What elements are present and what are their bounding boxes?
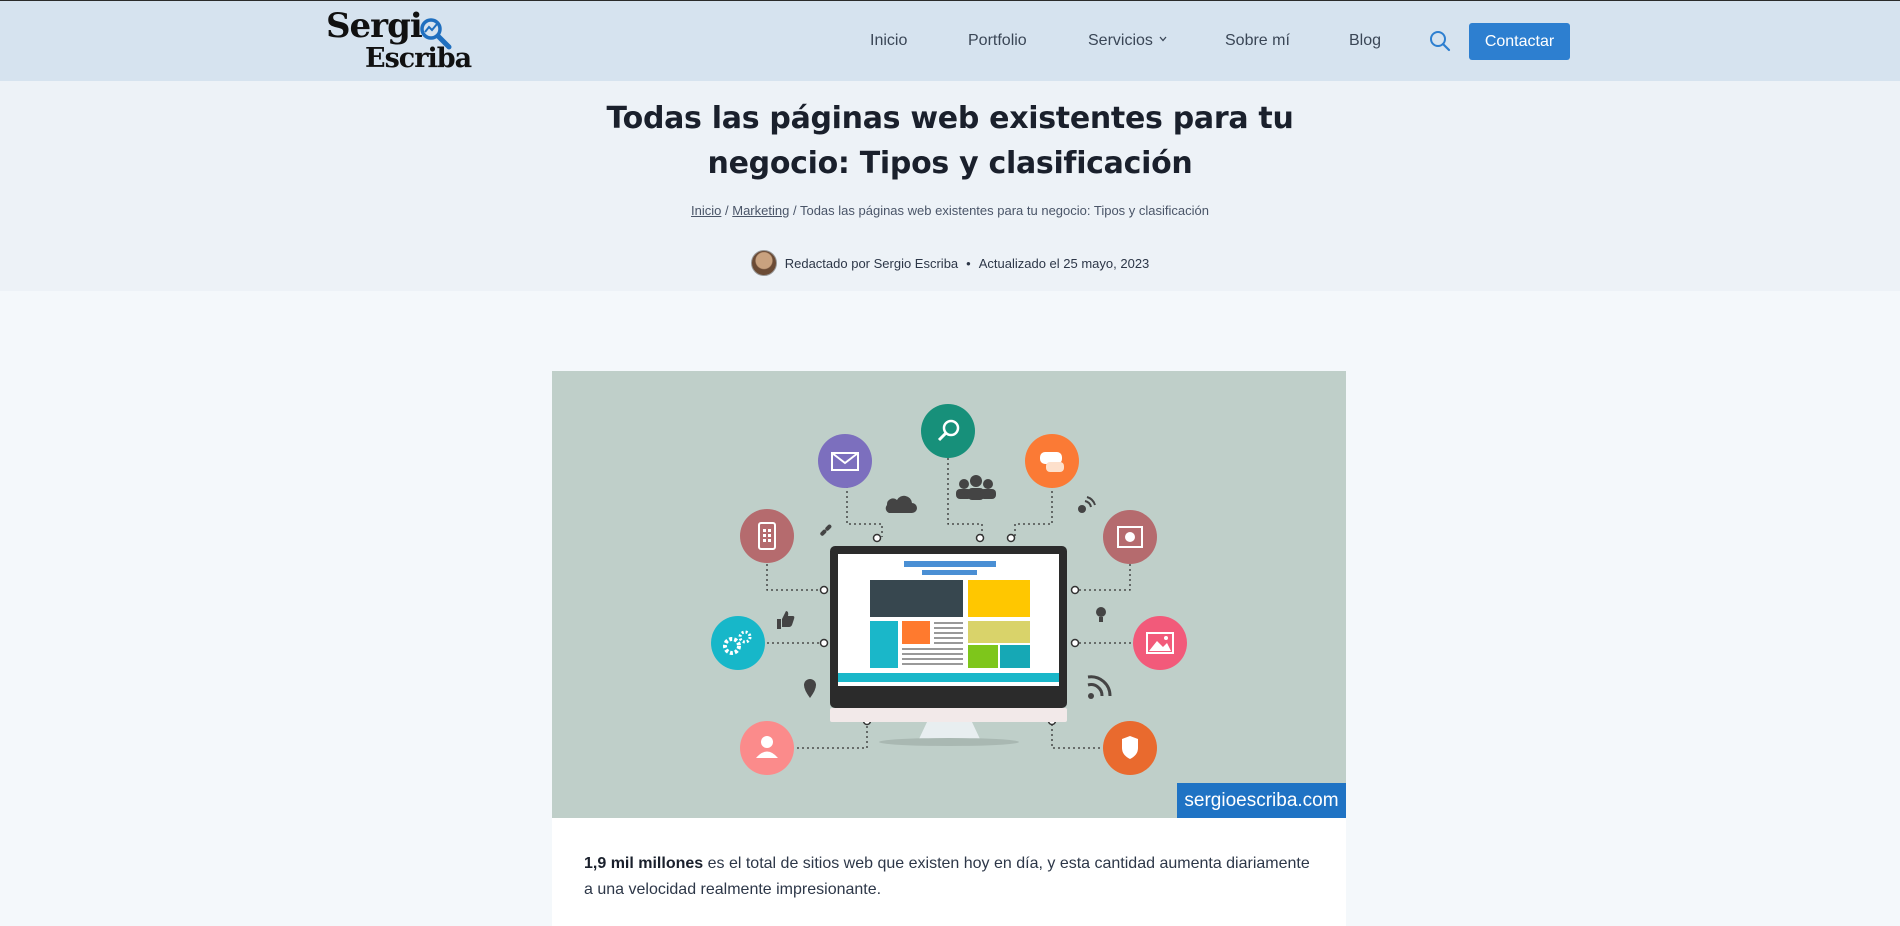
author-name: Redactado por Sergio Escriba (784, 255, 959, 271)
nav-servicios[interactable]: Servicios (1088, 32, 1167, 50)
byline-bullet: • (966, 255, 971, 271)
site-logo[interactable]: Sergi Escriba (326, 6, 472, 75)
search-icon (921, 404, 975, 458)
hero-illustration (711, 404, 1187, 775)
lightbulb-icon (1096, 607, 1106, 622)
intro-paragraph: 1,9 mil millones es el total de sitios w… (584, 851, 1314, 903)
chevron-down-icon (1159, 36, 1167, 42)
byline: Redactado por Sergio Escriba • Actualiza… (0, 250, 1900, 276)
gear-icon (711, 616, 765, 670)
logo-text-line1: Sergi (326, 6, 423, 46)
shield-icon (1103, 721, 1157, 775)
breadcrumb-separator: / (725, 203, 729, 218)
author-avatar (750, 250, 777, 276)
breadcrumb: Inicio / Marketing / Todas las páginas w… (0, 203, 1900, 218)
nav-sobre-mi[interactable]: Sobre mí (1225, 32, 1290, 50)
thumb-up-icon (777, 611, 795, 629)
breadcrumb-category-link[interactable]: Marketing (732, 203, 789, 218)
logo-text-line2: Escriba (365, 43, 472, 74)
nav-inicio[interactable]: Inicio (870, 32, 907, 50)
link-icon (820, 524, 832, 536)
hero-watermark: sergioescriba.com (1177, 783, 1346, 818)
page-title: Todas las páginas web existentes para tu… (606, 101, 1294, 181)
satellite-icon (1078, 496, 1096, 513)
image-icon (1133, 616, 1187, 670)
nav-blog[interactable]: Blog (1349, 32, 1381, 50)
monitor-icon (830, 546, 1067, 746)
mobile-icon (740, 509, 794, 563)
search-icon[interactable] (1429, 30, 1451, 52)
mail-icon (818, 434, 872, 488)
chat-icon (1025, 434, 1079, 488)
cloud-icon (885, 495, 917, 513)
location-pin-icon (804, 679, 816, 698)
nav-servicios-label: Servicios (1088, 32, 1153, 49)
user-icon (740, 721, 794, 775)
breadcrumb-home-link[interactable]: Inicio (691, 203, 721, 218)
rss-icon (1087, 675, 1112, 699)
group-icon (956, 475, 996, 500)
nav-portfolio[interactable]: Portfolio (968, 32, 1027, 50)
video-icon (1103, 510, 1157, 564)
updated-date: Actualizado el 25 mayo, 2023 (978, 255, 1150, 271)
breadcrumb-current: Todas las páginas web existentes para tu… (799, 203, 1209, 218)
contact-button[interactable]: Contactar (1469, 23, 1570, 60)
site-header: Sergi Escriba Inicio Portfolio Servicios… (0, 0, 1900, 81)
article-body: 1,9 mil millones es el total de sitios w… (552, 818, 1346, 926)
intro-bold: 1,9 mil millones (584, 855, 704, 872)
hero-image: sergioescriba.com (552, 371, 1346, 818)
breadcrumb-separator: / (792, 203, 797, 218)
